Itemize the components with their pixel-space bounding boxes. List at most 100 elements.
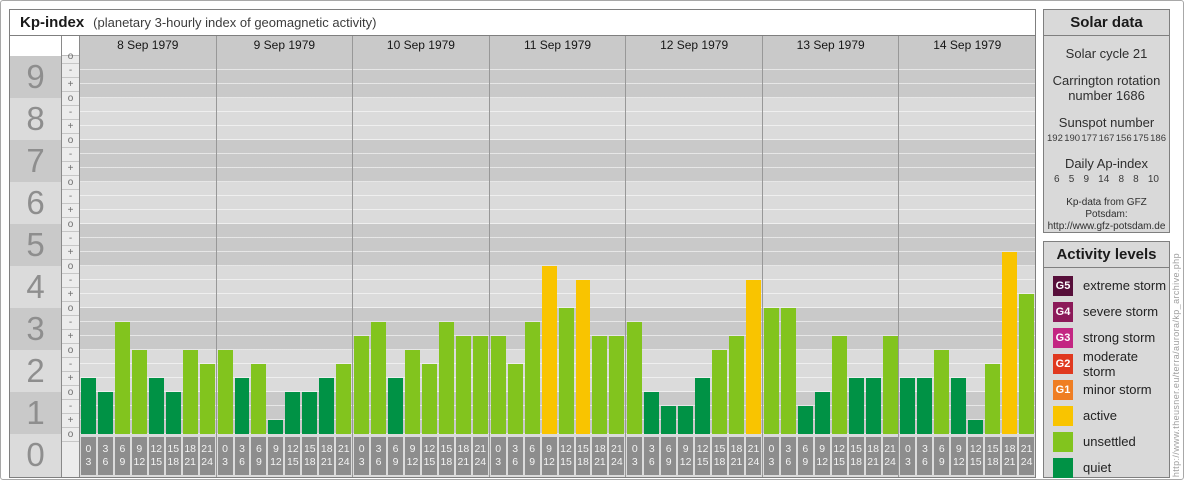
kp-bar [438, 322, 454, 434]
bar-slot [80, 56, 97, 434]
kp-bar [81, 378, 96, 434]
day-hour-labels: 0 3 3 6 6 9 9 12 12 15 15 18 18 21 21 24 [763, 434, 900, 477]
y-subtick-7o: o [62, 134, 79, 148]
kp-bar [354, 336, 370, 434]
day-hour-labels: 0 3 3 6 6 9 9 12 12 15 15 18 18 21 21 24 [217, 434, 354, 477]
y-tick-0: 0 [10, 434, 61, 476]
chart-panel: Kp-index (planetary 3-hourly index of ge… [9, 9, 1036, 478]
kp-source-line1: Kp-data from GFZ Potsdam: [1066, 197, 1147, 220]
kp-bar [97, 392, 113, 434]
hour-label: 15 18 [302, 437, 318, 475]
sunspot-value: 186 [1150, 133, 1166, 144]
kp-bar [644, 392, 660, 434]
hour-label: 69 [934, 437, 950, 475]
hour-label: 12 15 [558, 437, 574, 475]
hour-label: 69 [388, 437, 404, 475]
bar-slot [933, 56, 950, 434]
ap-value: 14 [1098, 174, 1110, 185]
sunspot-value: 192 [1047, 133, 1063, 144]
hour-label: 15 18 [712, 437, 728, 475]
kp-bar [1019, 294, 1035, 434]
kp-bar [268, 420, 284, 434]
kp-bar [148, 378, 164, 434]
sunspot-value: 190 [1064, 133, 1081, 144]
carrington-rotation-line2: number 1686 [1068, 88, 1145, 103]
bar-slot [507, 56, 524, 434]
bar-slot [490, 56, 507, 434]
legend-label: unsettled [1083, 434, 1136, 449]
hour-label: 12 15 [695, 437, 711, 475]
hour-label: 36 [371, 437, 387, 475]
day-hour-labels: 0 3 3 6 6 9 9 12 12 15 15 18 18 21 21 24 [899, 434, 1035, 477]
hour-label: 18 21 [865, 437, 881, 475]
y-subtick-9-: - [62, 64, 79, 78]
y-subtick-4o: o [62, 260, 79, 274]
hour-label: 9 12 [814, 437, 830, 475]
hour-label: 12 15 [148, 437, 164, 475]
bar-slot [524, 56, 541, 434]
ap-value: 10 [1147, 174, 1159, 185]
ap-value: 8 [1133, 174, 1139, 185]
day-hour-labels: 0 3 3 6 6 9 9 12 12 15 15 18 18 21 21 24 [626, 434, 763, 477]
bar-slot [541, 56, 558, 434]
ap-index-label: Daily Ap-index [1064, 156, 1149, 171]
day-column [80, 56, 217, 434]
day-column [899, 56, 1035, 434]
kp-bar [917, 378, 933, 434]
y-tick-1: 1 [10, 392, 61, 434]
hour-label: 12 15 [285, 437, 301, 475]
bar-slot [950, 56, 967, 434]
kp-bar [865, 378, 881, 434]
y-axis-major-ticks: 9876543210 [10, 36, 62, 477]
y-subtick-5o: o [62, 218, 79, 232]
y-tick-3: 3 [10, 308, 61, 350]
bar-slot [677, 56, 694, 434]
legend-swatch [1053, 431, 1073, 452]
bar-slot [250, 56, 267, 434]
hour-label: 18 21 [455, 437, 471, 475]
kp-bar [831, 336, 847, 434]
y-subtick-5-: - [62, 232, 79, 246]
hour-labels-row: 0 3 3 6 6 9 9 12 12 15 15 18 18 21 21 24 0 3 3 6 6 9 9 12 12 15 15… [80, 434, 1035, 477]
kp-bar [848, 378, 864, 434]
sunspot-number-values: 192 190 177 167 156 175 186 [1044, 130, 1169, 144]
activity-levels-title: Activity levels [1044, 242, 1169, 268]
day-hour-labels: 0 3 3 6 6 9 9 12 12 15 15 18 18 21 21 24 [490, 434, 627, 477]
activity-levels-panel: Activity levels G5 extreme storm G4 severe … [1043, 241, 1170, 478]
kp-bar [882, 336, 898, 434]
y-subtick-1+: + [62, 372, 79, 386]
hour-label: 03 [81, 437, 96, 475]
hour-label: 69 [114, 437, 130, 475]
y-tick-6: 6 [10, 182, 61, 224]
hour-label: 21 24 [199, 437, 215, 475]
bar-slot [984, 56, 1001, 434]
kp-bar [405, 350, 420, 434]
kp-bar [780, 308, 796, 434]
hour-label: 69 [661, 437, 677, 475]
legend-label: extreme storm [1083, 278, 1167, 293]
y-subtick-7-: - [62, 148, 79, 162]
kp-bar [217, 350, 233, 434]
y-subtick-1o: o [62, 386, 79, 400]
hour-label: 03 [900, 437, 916, 475]
plot-region: 8 Sep 1979 9 Sep 1979 10 Sep 1979 11 Sep 19… [80, 36, 1036, 477]
kp-bar [575, 280, 591, 434]
bar-slot [335, 56, 352, 434]
kp-bar [968, 420, 984, 434]
hour-label: 03 [217, 437, 233, 475]
legend-item-extreme-storm: G5 extreme storm [1053, 273, 1169, 298]
bar-slot [234, 56, 251, 434]
hour-label: 21 24 [472, 437, 488, 475]
hour-label: 03 [627, 437, 643, 475]
bar-slot [575, 56, 592, 434]
y-subtick-6-: - [62, 190, 79, 204]
bar-slot [916, 56, 933, 434]
bar-slot [267, 56, 284, 434]
legend-label: quiet [1083, 460, 1112, 475]
kp-bar [165, 392, 181, 434]
y-tick-4: 4 [10, 266, 61, 308]
y-subtick-1-: - [62, 400, 79, 414]
kp-bar [609, 336, 625, 434]
bar-slot [455, 56, 472, 434]
bar-slot [182, 56, 199, 434]
